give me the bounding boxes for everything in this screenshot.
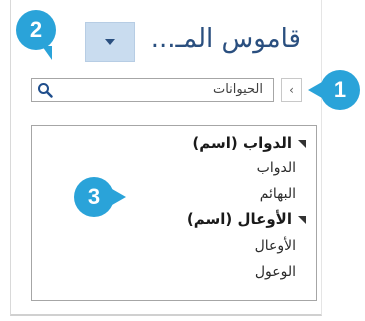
synonym-item[interactable]: الأوعال xyxy=(255,238,296,254)
thesaurus-pane: قاموس المـ... الحيوانات ‹ الدواب (اسم) ا… xyxy=(10,0,322,316)
collapse-triangle-icon[interactable] xyxy=(298,139,306,148)
chevron-left-icon: ‹ xyxy=(289,83,294,97)
pane-options-dropdown[interactable] xyxy=(85,22,135,62)
callout-badge: 1 xyxy=(308,70,360,110)
search-value: الحيوانات xyxy=(212,82,263,97)
chevron-down-icon xyxy=(105,39,115,45)
callout-badge: 2 xyxy=(16,10,56,60)
callout-badge: 3 xyxy=(74,177,126,217)
synonym-item[interactable]: البهائم xyxy=(260,186,296,202)
result-group-heading[interactable]: الدواب (اسم) xyxy=(192,134,306,152)
pane-title: قاموس المـ... xyxy=(150,24,301,54)
synonym-item[interactable]: الدواب xyxy=(257,160,296,176)
expand-button[interactable]: ‹ xyxy=(281,78,302,102)
search-icon[interactable] xyxy=(37,82,53,98)
search-input[interactable]: الحيوانات xyxy=(31,78,274,102)
collapse-triangle-icon[interactable] xyxy=(298,215,306,224)
synonym-item[interactable]: الوعول xyxy=(255,264,296,280)
result-group-heading[interactable]: الأوعال (اسم) xyxy=(187,210,306,228)
results-list: الدواب (اسم) الدواب البهائم الأوعال (اسم… xyxy=(31,125,317,301)
